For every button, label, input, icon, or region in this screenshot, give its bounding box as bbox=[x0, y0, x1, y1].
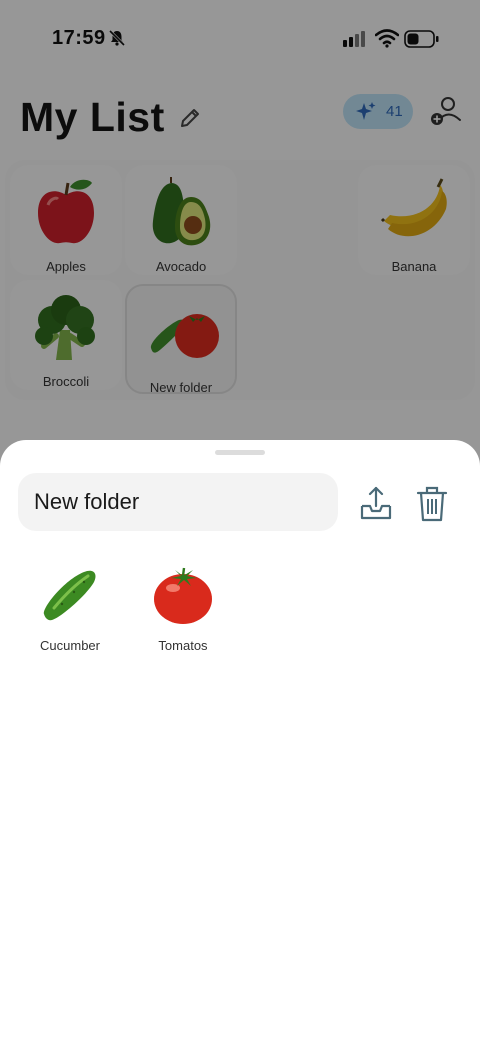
screen: 17:59 My List 41 Apples Avocado Banana B… bbox=[0, 0, 480, 1043]
folder-item-cucumber[interactable]: Cucumber bbox=[20, 566, 120, 666]
folder-item-label: Cucumber bbox=[40, 638, 100, 653]
folder-name-input[interactable] bbox=[18, 473, 338, 531]
export-icon[interactable] bbox=[356, 484, 396, 524]
trash-icon[interactable] bbox=[414, 484, 450, 524]
tomato-icon bbox=[154, 567, 212, 624]
cucumber-icon bbox=[43, 570, 96, 621]
sheet-drag-handle[interactable] bbox=[215, 450, 265, 455]
folder-sheet: Cucumber Tomatos bbox=[0, 440, 480, 1043]
folder-item-tomatos[interactable]: Tomatos bbox=[133, 566, 233, 666]
folder-item-label: Tomatos bbox=[158, 638, 208, 653]
